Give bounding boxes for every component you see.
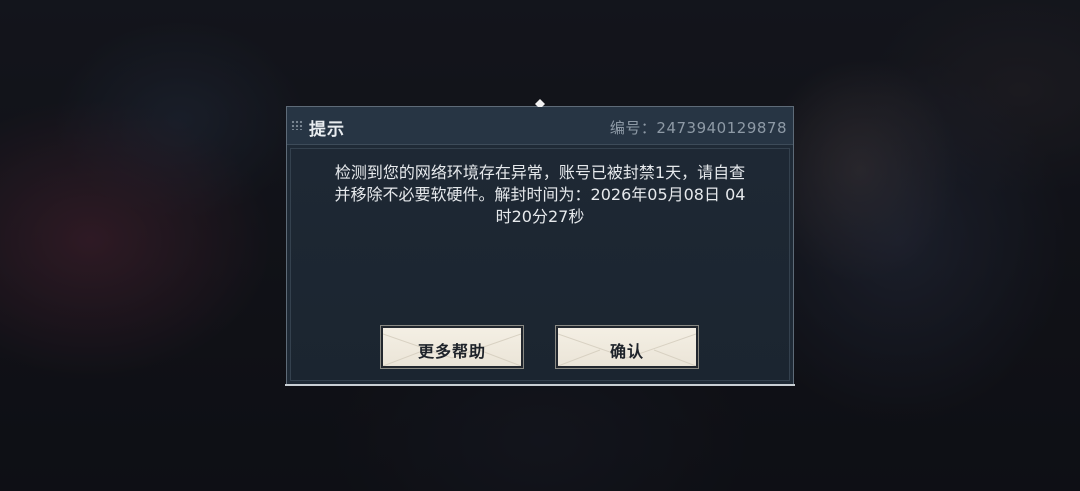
message-line: 并移除不必要软硬件。解封时间为：2026年05月08日 04 bbox=[334, 185, 746, 204]
message-line: 检测到您的网络环境存在异常，账号已被封禁1天，请自查 bbox=[334, 163, 746, 182]
drag-grip-icon bbox=[291, 120, 303, 130]
ban-message: 检测到您的网络环境存在异常，账号已被封禁1天，请自查 并移除不必要软硬件。解封时… bbox=[293, 162, 787, 228]
serial-number: 编号：2473940129878 bbox=[609, 119, 787, 137]
confirm-label: 确认 bbox=[609, 342, 644, 361]
ban-notice-dialog: 提示 编号：2473940129878 检测到您的网络环境存在异常，账号已被封禁… bbox=[285, 99, 795, 386]
dialog-titlebar: 提示 编号：2473940129878 bbox=[287, 107, 793, 145]
dialog-title: 提示 bbox=[309, 120, 345, 140]
more-help-label: 更多帮助 bbox=[417, 342, 486, 361]
more-help-button[interactable]: 更多帮助 bbox=[381, 326, 523, 368]
message-line: 时20分27秒 bbox=[495, 207, 585, 226]
confirm-button[interactable]: 确认 bbox=[556, 326, 698, 368]
